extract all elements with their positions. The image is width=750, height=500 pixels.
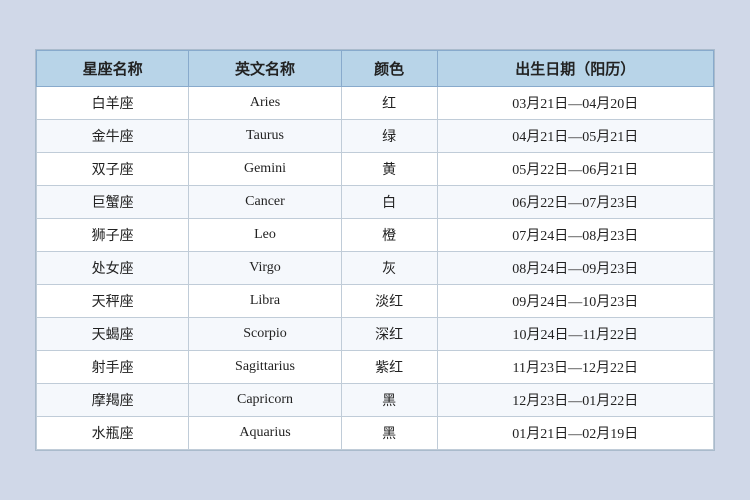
cell-english-name: Gemini (189, 153, 341, 186)
table-row: 水瓶座Aquarius黑01月21日—02月19日 (37, 417, 714, 450)
cell-color: 深红 (341, 318, 437, 351)
table-body: 白羊座Aries红03月21日—04月20日金牛座Taurus绿04月21日—0… (37, 87, 714, 450)
cell-dates: 03月21日—04月20日 (437, 87, 713, 120)
cell-color: 黄 (341, 153, 437, 186)
cell-chinese-name: 天秤座 (37, 285, 189, 318)
header-color: 颜色 (341, 51, 437, 87)
zodiac-table: 星座名称 英文名称 颜色 出生日期（阳历） 白羊座Aries红03月21日—04… (36, 50, 714, 450)
header-dates: 出生日期（阳历） (437, 51, 713, 87)
cell-color: 黑 (341, 384, 437, 417)
cell-english-name: Virgo (189, 252, 341, 285)
cell-dates: 01月21日—02月19日 (437, 417, 713, 450)
table-row: 金牛座Taurus绿04月21日—05月21日 (37, 120, 714, 153)
cell-dates: 06月22日—07月23日 (437, 186, 713, 219)
header-chinese-name: 星座名称 (37, 51, 189, 87)
cell-dates: 05月22日—06月21日 (437, 153, 713, 186)
cell-chinese-name: 狮子座 (37, 219, 189, 252)
cell-english-name: Leo (189, 219, 341, 252)
cell-english-name: Capricorn (189, 384, 341, 417)
table-row: 白羊座Aries红03月21日—04月20日 (37, 87, 714, 120)
cell-dates: 10月24日—11月22日 (437, 318, 713, 351)
cell-dates: 04月21日—05月21日 (437, 120, 713, 153)
cell-english-name: Sagittarius (189, 351, 341, 384)
cell-english-name: Aquarius (189, 417, 341, 450)
zodiac-table-container: 星座名称 英文名称 颜色 出生日期（阳历） 白羊座Aries红03月21日—04… (35, 49, 715, 451)
cell-chinese-name: 双子座 (37, 153, 189, 186)
cell-dates: 09月24日—10月23日 (437, 285, 713, 318)
cell-chinese-name: 白羊座 (37, 87, 189, 120)
cell-english-name: Scorpio (189, 318, 341, 351)
cell-dates: 08月24日—09月23日 (437, 252, 713, 285)
table-row: 摩羯座Capricorn黑12月23日—01月22日 (37, 384, 714, 417)
table-row: 巨蟹座Cancer白06月22日—07月23日 (37, 186, 714, 219)
cell-dates: 12月23日—01月22日 (437, 384, 713, 417)
table-row: 处女座Virgo灰08月24日—09月23日 (37, 252, 714, 285)
table-row: 天秤座Libra淡红09月24日—10月23日 (37, 285, 714, 318)
cell-english-name: Libra (189, 285, 341, 318)
cell-color: 绿 (341, 120, 437, 153)
cell-english-name: Cancer (189, 186, 341, 219)
cell-chinese-name: 天蝎座 (37, 318, 189, 351)
cell-color: 橙 (341, 219, 437, 252)
table-header-row: 星座名称 英文名称 颜色 出生日期（阳历） (37, 51, 714, 87)
cell-chinese-name: 巨蟹座 (37, 186, 189, 219)
cell-color: 红 (341, 87, 437, 120)
cell-color: 黑 (341, 417, 437, 450)
header-english-name: 英文名称 (189, 51, 341, 87)
table-row: 双子座Gemini黄05月22日—06月21日 (37, 153, 714, 186)
cell-color: 白 (341, 186, 437, 219)
cell-dates: 11月23日—12月22日 (437, 351, 713, 384)
cell-english-name: Aries (189, 87, 341, 120)
table-row: 狮子座Leo橙07月24日—08月23日 (37, 219, 714, 252)
cell-english-name: Taurus (189, 120, 341, 153)
cell-chinese-name: 射手座 (37, 351, 189, 384)
cell-color: 紫红 (341, 351, 437, 384)
cell-chinese-name: 金牛座 (37, 120, 189, 153)
table-row: 天蝎座Scorpio深红10月24日—11月22日 (37, 318, 714, 351)
cell-chinese-name: 水瓶座 (37, 417, 189, 450)
cell-dates: 07月24日—08月23日 (437, 219, 713, 252)
cell-color: 淡红 (341, 285, 437, 318)
cell-chinese-name: 摩羯座 (37, 384, 189, 417)
cell-chinese-name: 处女座 (37, 252, 189, 285)
table-row: 射手座Sagittarius紫红11月23日—12月22日 (37, 351, 714, 384)
cell-color: 灰 (341, 252, 437, 285)
